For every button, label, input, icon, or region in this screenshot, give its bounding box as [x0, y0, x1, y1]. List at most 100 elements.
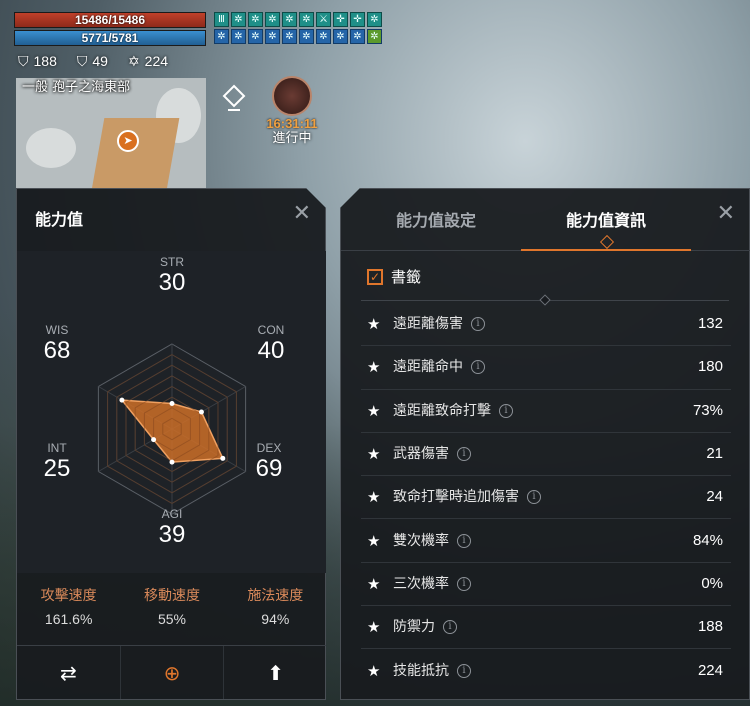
info-icon[interactable]: i — [471, 317, 485, 332]
stat-label-con: CON 40 — [257, 323, 285, 364]
star-icon[interactable]: ★ — [361, 488, 385, 506]
info-icon[interactable]: i — [499, 403, 513, 418]
buff-icon[interactable]: ✲ — [265, 12, 280, 27]
radar-point — [220, 455, 226, 461]
buff-icon[interactable]: ✲ — [248, 12, 263, 27]
close-icon[interactable]: ✕ — [717, 203, 735, 225]
defense-stat: ⛉ 188 — [18, 53, 57, 69]
star-icon[interactable]: ★ — [361, 445, 385, 463]
swap-icon[interactable]: ⇄ — [17, 646, 120, 699]
stat-tabs: 能力值設定 能力值資訊 — [341, 189, 750, 251]
divider — [361, 294, 729, 306]
info-icon[interactable]: i — [443, 620, 457, 635]
buff-icon[interactable]: ✲ — [214, 29, 229, 44]
stat-info-row[interactable]: ★ 防禦力 i 188 — [361, 606, 731, 650]
buff-icon[interactable]: ✲ — [265, 29, 280, 44]
buff-icon[interactable]: ✲ — [299, 12, 314, 27]
minimap-rock — [26, 128, 76, 168]
speed-stat: 攻擊速度 161.6% — [17, 587, 120, 629]
speed-stats: 攻擊速度 161.6% 移動速度 55% 施法速度 94% — [17, 587, 326, 629]
stat-info-value: 180 — [697, 358, 723, 376]
stat-info-label: 遠距離傷害 — [393, 316, 463, 333]
buff-icon[interactable]: ✲ — [282, 29, 297, 44]
event-emblem-icon — [272, 76, 312, 116]
buff-icon[interactable]: ✲ — [367, 12, 382, 27]
stat-radar-chart: STR 30 CON 40 DEX 69 AGI 39 INT 25 WIS 68 — [17, 251, 326, 573]
event-status: 進行中 — [272, 131, 312, 146]
buff-icon[interactable]: ✲ — [248, 29, 263, 44]
stat-info-row[interactable]: ★ 三次機率 i 0% — [361, 563, 731, 607]
info-icon[interactable]: i — [457, 447, 471, 462]
tab-stat-settings[interactable]: 能力值設定 — [351, 189, 521, 250]
buff-icon[interactable]: ✲ — [231, 12, 246, 27]
stat-info-row[interactable]: ★ 遠距離致命打擊 i 73% — [361, 390, 731, 433]
stat-info-row[interactable]: ★ 武器傷害 i 21 — [361, 433, 731, 477]
star-icon[interactable]: ★ — [361, 575, 385, 593]
stat-info-row[interactable]: ★ 雙次機率 i 84% — [361, 519, 731, 563]
stat-3: ✡ 224 — [127, 53, 169, 69]
info-icon[interactable]: i — [457, 576, 471, 591]
star-icon[interactable]: ★ — [361, 618, 385, 636]
buff-icon[interactable]: ✲ — [282, 12, 297, 27]
speed-label: 攻擊速度 — [40, 588, 97, 604]
quick-stats: ⛉ 188 ⛉ 49 ✡ 224 — [18, 52, 168, 70]
buff-icon[interactable]: ✲ — [350, 29, 365, 44]
speed-stat: 施法速度 94% — [224, 587, 326, 629]
info-icon[interactable]: i — [527, 490, 541, 505]
stat-info-row[interactable]: ★ 技能抵抗 i 224 — [361, 649, 731, 692]
stat-info-row[interactable]: ★ 遠距離傷害 i 132 — [361, 303, 731, 347]
speed-value: 161.6% — [44, 611, 93, 627]
buff-icon[interactable]: ✲ — [231, 29, 246, 44]
info-icon[interactable]: i — [457, 533, 471, 548]
buff-icon[interactable]: Ⅲ — [214, 12, 229, 27]
stat-info-value: 224 — [697, 662, 723, 680]
radar-point — [169, 459, 175, 465]
close-icon[interactable]: ✕ — [293, 203, 311, 225]
star-icon[interactable]: ★ — [361, 358, 385, 376]
stat-info-value: 21 — [706, 445, 723, 463]
minimap[interactable]: 一般 孢子之海東部 ➤ — [16, 78, 206, 188]
speed-value: 94% — [261, 611, 290, 627]
stat-label-agi: AGI 39 — [158, 507, 186, 548]
buff-icon[interactable]: ✲ — [333, 29, 348, 44]
stat-label-str: STR 30 — [158, 255, 186, 296]
waypoint-icon[interactable] — [222, 84, 246, 114]
radar-point — [151, 437, 157, 443]
star-icon[interactable]: ★ — [361, 315, 385, 333]
stat-label-dex: DEX 69 — [255, 441, 283, 482]
upgrade-arrow-icon[interactable]: ⬆ — [223, 646, 326, 699]
vitals: 15486/15486 5771/5781 — [14, 12, 206, 48]
speed-value: 55% — [157, 611, 186, 627]
stat-info-label: 技能抵抗 — [393, 663, 449, 680]
buff-icon[interactable]: ✲ — [367, 29, 382, 44]
info-icon[interactable]: i — [471, 360, 485, 375]
buff-icon[interactable]: ✲ — [316, 29, 331, 44]
tab-stat-info[interactable]: 能力值資訊 — [521, 189, 691, 251]
info-icon[interactable]: i — [457, 664, 471, 679]
radar-point — [169, 401, 175, 406]
stat-info-row[interactable]: ★ 遠距離命中 i 180 — [361, 346, 731, 390]
event-timer[interactable]: 16:31:11 進行中 — [262, 76, 322, 147]
minimap-region — [91, 118, 180, 188]
star-icon[interactable]: ★ — [361, 662, 385, 680]
buff-icon[interactable]: ✛ — [350, 12, 365, 27]
area-name: 一般 孢子之海東部 — [22, 80, 131, 95]
speed-stat: 移動速度 55% — [120, 587, 223, 629]
stat-info-list: ★ 遠距離傷害 i 132 ★ 遠距離命中 i 180 ★ 遠距離致命打擊 i 73% ★ 武器傷害 i 21… — [361, 303, 731, 693]
stat-info-label: 遠距離命中 — [393, 359, 463, 376]
zoom-icon[interactable]: ⊕ — [119, 646, 224, 699]
stat-info-label: 武器傷害 — [393, 446, 449, 463]
hp-bar: 15486/15486 — [14, 12, 206, 28]
bookmark-checkbox[interactable]: ✓ — [367, 269, 383, 285]
buff-icon[interactable]: ✛ — [333, 12, 348, 27]
star-icon[interactable]: ★ — [361, 402, 385, 420]
bookmark-toggle[interactable]: ✓ 書籤 — [367, 267, 421, 287]
stat-info-row[interactable]: ★ 致命打擊時追加傷害 i 24 — [361, 476, 731, 520]
radar-point — [119, 397, 125, 403]
star-icon[interactable]: ★ — [361, 532, 385, 550]
speed-label: 移動速度 — [143, 588, 200, 604]
buff-icon[interactable]: ✲ — [299, 29, 314, 44]
star-burst-icon: ✡ — [127, 53, 140, 69]
stat-info-label: 三次機率 — [393, 575, 449, 592]
buff-icon[interactable]: ⚔ — [316, 12, 331, 27]
